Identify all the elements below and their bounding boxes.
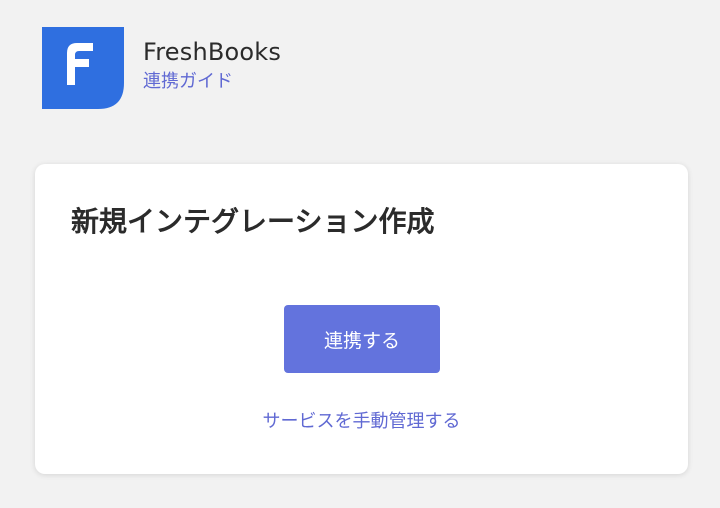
card-title: 新規インテグレーション作成 [71, 205, 435, 238]
title-block: FreshBooks 連携ガイド [143, 27, 281, 94]
header: FreshBooks 連携ガイド [42, 27, 281, 109]
manual-manage-link[interactable]: サービスを手動管理する [35, 410, 688, 434]
connect-button[interactable]: 連携する [284, 305, 440, 373]
app-name: FreshBooks [143, 38, 282, 66]
integration-guide-link[interactable]: 連携ガイド [143, 70, 233, 94]
integration-card: 新規インテグレーション作成 連携する サービスを手動管理する [35, 164, 688, 474]
freshbooks-logo-icon [42, 27, 124, 109]
